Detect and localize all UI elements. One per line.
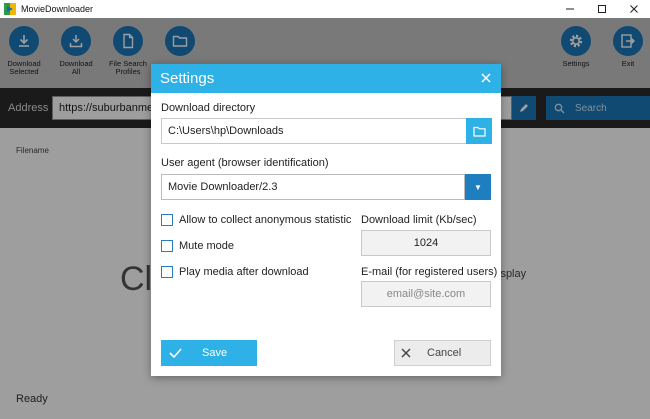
folder-icon bbox=[472, 126, 486, 137]
statistics-checkbox[interactable] bbox=[161, 214, 173, 226]
statistics-checkbox-row[interactable]: Allow to collect anonymous statistic bbox=[161, 214, 351, 226]
browse-folder-button[interactable] bbox=[466, 118, 492, 144]
dialog-title: Settings bbox=[160, 70, 215, 87]
chevron-down-icon: ▼ bbox=[474, 182, 482, 192]
statistics-checkbox-label: Allow to collect anonymous statistic bbox=[179, 214, 352, 226]
play-after-download-checkbox-label: Play media after download bbox=[179, 266, 309, 278]
maximize-icon bbox=[598, 5, 606, 13]
minimize-icon bbox=[566, 8, 574, 10]
user-agent-select[interactable]: Movie Downloader/2.3 bbox=[161, 174, 465, 200]
cancel-label: Cancel bbox=[427, 347, 462, 359]
mute-mode-checkbox-row[interactable]: Mute mode bbox=[161, 240, 234, 252]
window-title: MovieDownloader bbox=[21, 4, 94, 14]
download-limit-label: Download limit (Kb/sec) bbox=[361, 214, 477, 226]
close-icon bbox=[401, 348, 411, 358]
save-label: Save bbox=[202, 347, 228, 359]
title-bar: MovieDownloader bbox=[0, 0, 650, 18]
save-button[interactable]: Save bbox=[161, 340, 257, 366]
play-after-download-checkbox-row[interactable]: Play media after download bbox=[161, 266, 309, 278]
dialog-header: Settings bbox=[151, 64, 501, 93]
checkmark-icon bbox=[169, 348, 182, 358]
minimize-button[interactable] bbox=[554, 0, 586, 18]
download-directory-label: Download directory bbox=[161, 102, 256, 114]
user-agent-dropdown-button[interactable]: ▼ bbox=[465, 174, 491, 200]
user-agent-label: User agent (browser identification) bbox=[161, 157, 329, 169]
cancel-button[interactable]: Cancel bbox=[394, 340, 491, 366]
email-field[interactable]: email@site.com bbox=[361, 281, 491, 307]
download-limit-field[interactable]: 1024 bbox=[361, 230, 491, 256]
app-logo-icon bbox=[4, 3, 16, 15]
maximize-button[interactable] bbox=[586, 0, 618, 18]
play-after-download-checkbox[interactable] bbox=[161, 266, 173, 278]
close-icon bbox=[630, 5, 638, 13]
settings-dialog: Settings Download directory C:\Users\hp\… bbox=[151, 64, 501, 376]
mute-mode-checkbox-label: Mute mode bbox=[179, 240, 235, 252]
download-directory-field[interactable]: C:\Users\hp\Downloads bbox=[161, 118, 467, 144]
dialog-close-icon[interactable] bbox=[479, 71, 493, 85]
close-window-button[interactable] bbox=[618, 0, 650, 18]
mute-mode-checkbox[interactable] bbox=[161, 240, 173, 252]
email-label: E-mail (for registered users) bbox=[361, 266, 498, 278]
